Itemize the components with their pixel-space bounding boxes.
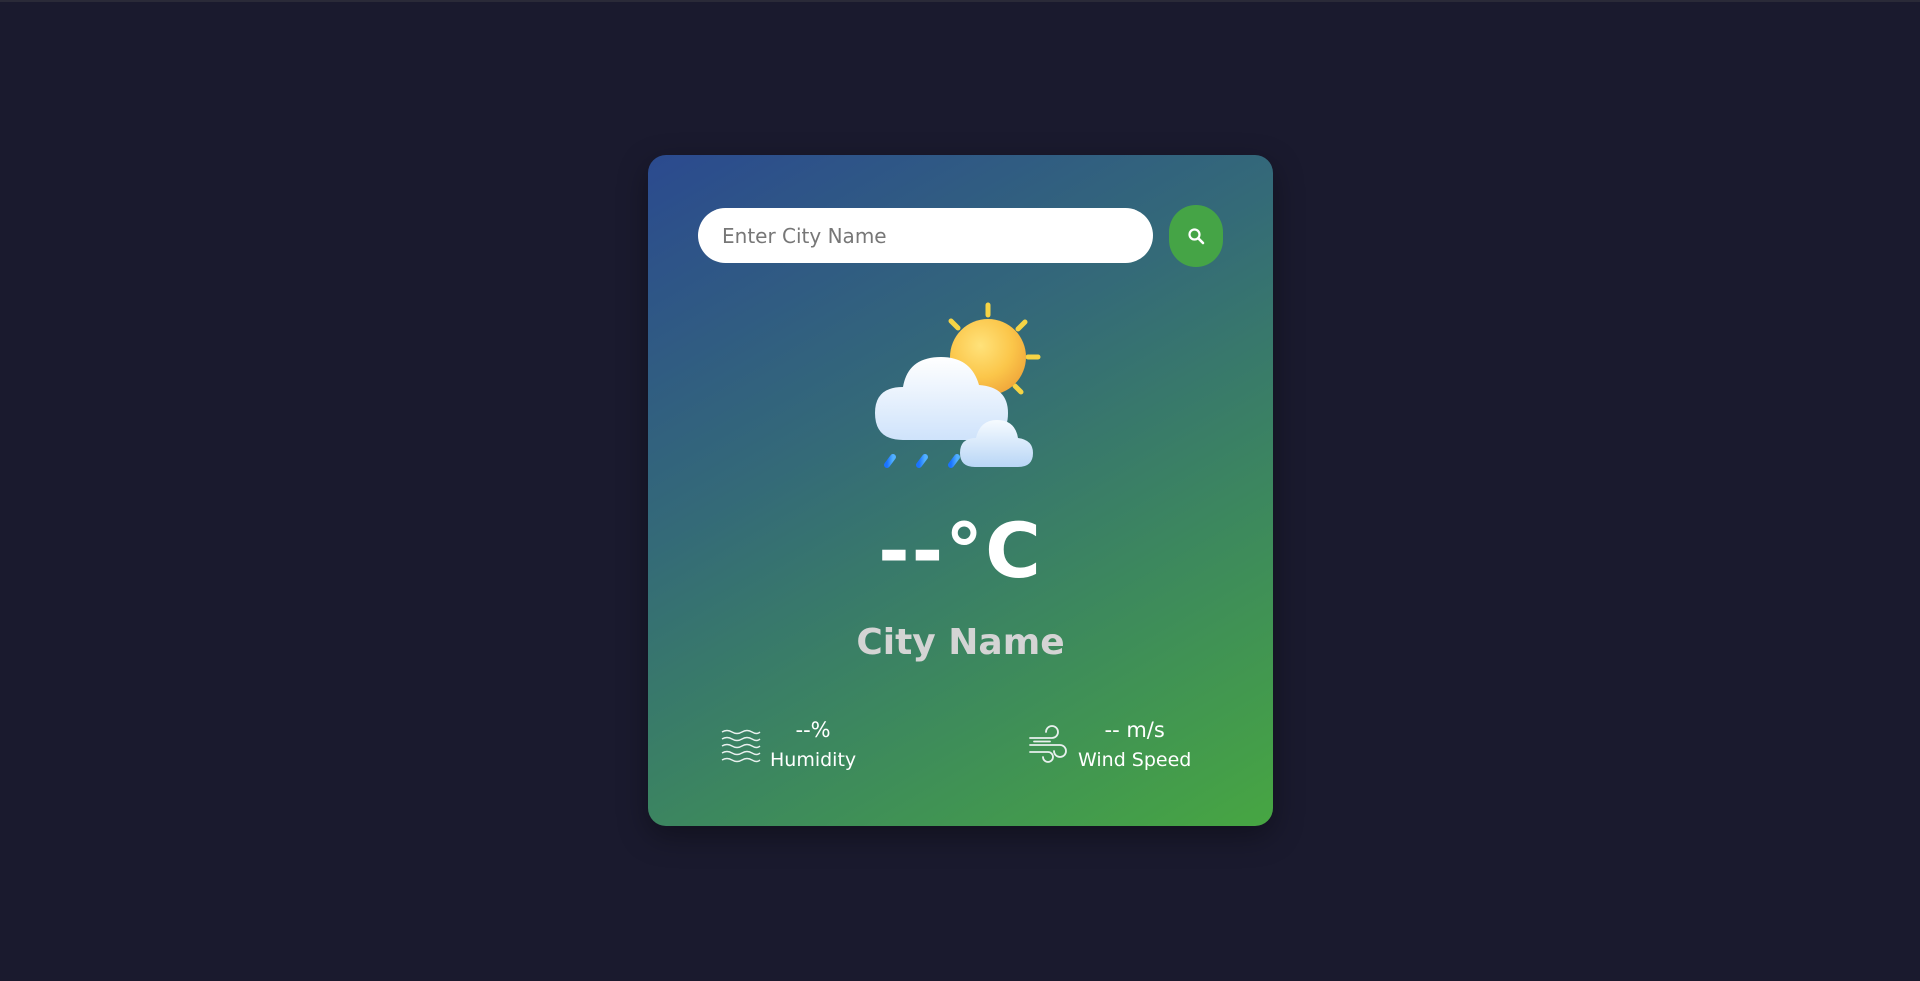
city-search-input[interactable] xyxy=(698,208,1153,263)
humidity-value: --% xyxy=(795,718,831,742)
temperature-value: --°C xyxy=(878,506,1043,595)
wind-detail: -- m/s Wind Speed xyxy=(1028,715,1191,775)
search-icon xyxy=(1188,228,1205,245)
humidity-label: Humidity xyxy=(770,749,857,771)
app-root: --°C City Name --% Humidity xyxy=(0,0,1920,981)
wind-speed-value: -- m/s xyxy=(1104,718,1165,742)
sun-cloud-rain-icon xyxy=(875,302,1041,468)
wind-icon xyxy=(1029,725,1067,763)
wind-speed-label: Wind Speed xyxy=(1078,749,1192,771)
city-name: City Name xyxy=(856,622,1065,663)
weather-card: --°C City Name --% Humidity xyxy=(648,155,1273,826)
search-button[interactable] xyxy=(1169,205,1223,267)
humidity-waves-icon xyxy=(721,729,761,763)
humidity-detail: --% Humidity xyxy=(720,715,856,775)
